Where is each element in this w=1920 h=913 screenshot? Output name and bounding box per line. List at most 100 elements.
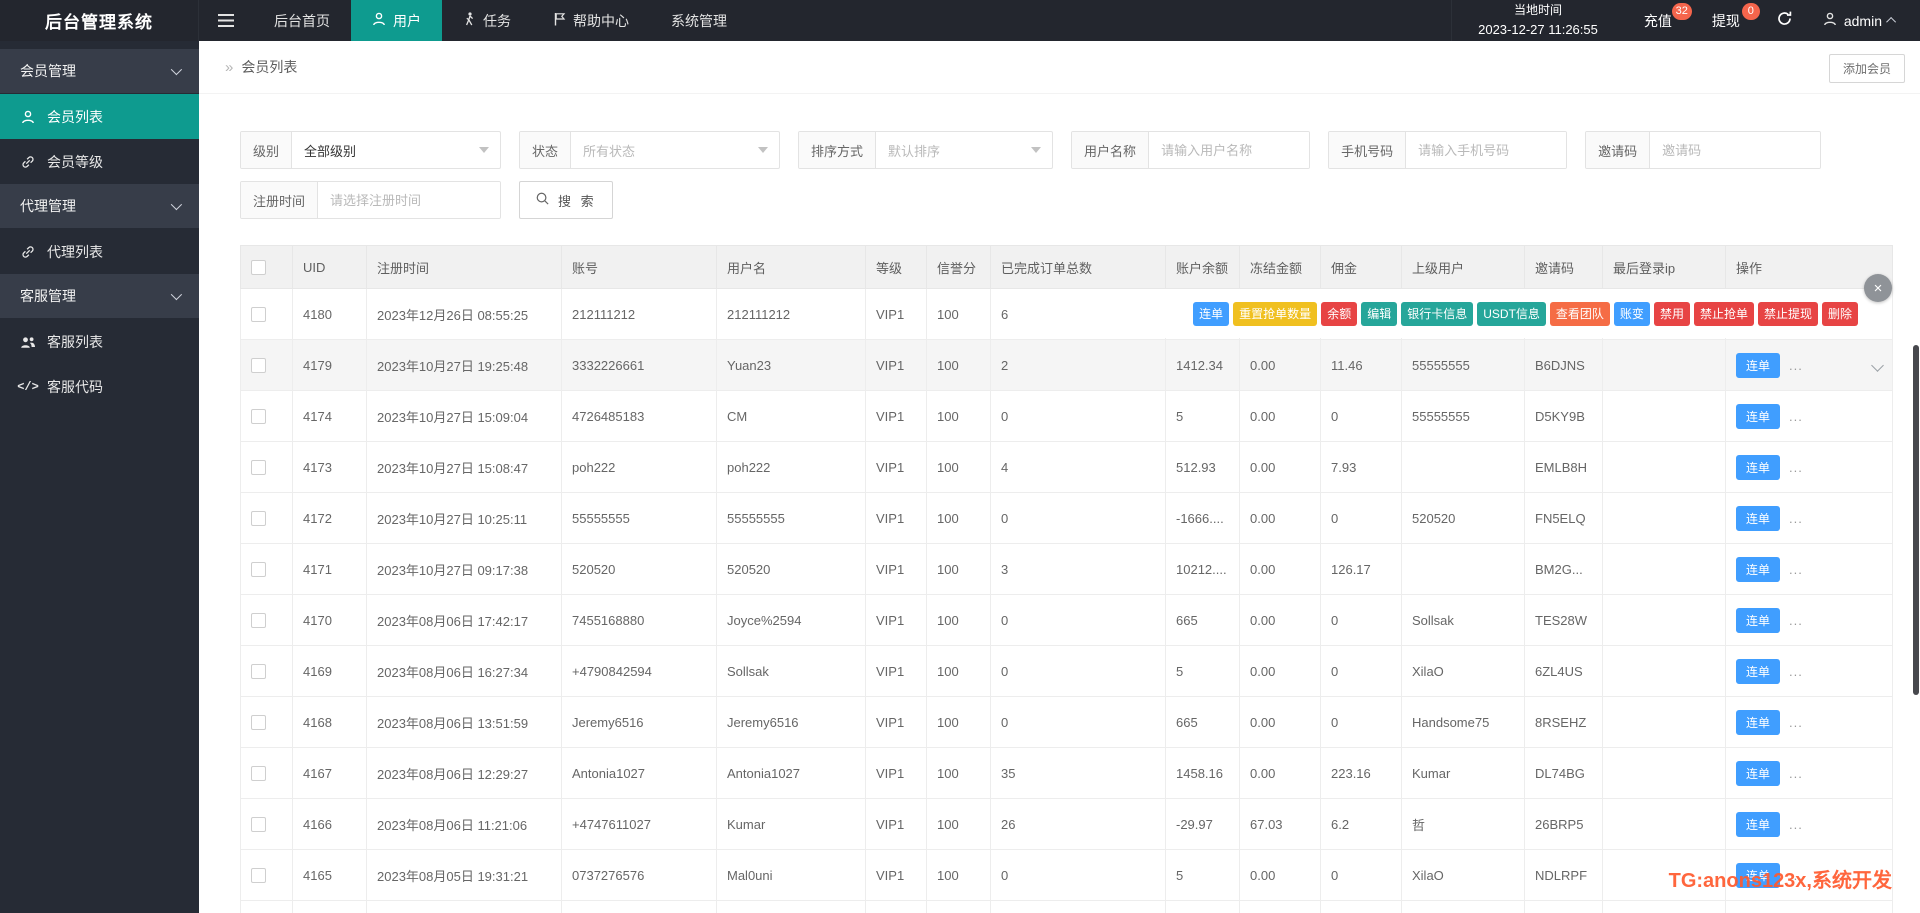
row-checkbox[interactable] — [251, 664, 266, 679]
nav-tab-后台首页[interactable]: 后台首页 — [253, 0, 351, 41]
action-button-账变[interactable]: 账变 — [1614, 302, 1650, 326]
time-cell: 2023年08月06日 11:21:06 — [367, 799, 562, 850]
frozen-cell: 0.00 — [1240, 442, 1321, 493]
row-checkbox[interactable] — [251, 511, 266, 526]
row-checkbox[interactable] — [251, 613, 266, 628]
more-actions-button[interactable]: ... — [1789, 613, 1803, 628]
select-all-checkbox[interactable] — [251, 260, 266, 275]
chevron-down-icon[interactable] — [1871, 359, 1884, 372]
search-button[interactable]: 搜 索 — [519, 181, 613, 219]
liandan-button[interactable]: 连单 — [1736, 557, 1780, 582]
column-header-上级用户: 上级用户 — [1402, 246, 1525, 289]
sidebar-group-会员管理[interactable]: 会员管理 — [0, 49, 199, 93]
refresh-button[interactable] — [1760, 0, 1809, 41]
more-actions-button[interactable]: ... — [1789, 715, 1803, 730]
row-select-cell — [241, 799, 293, 850]
action-button-禁止抢单[interactable]: 禁止抢单 — [1694, 302, 1754, 326]
action-button-编辑[interactable]: 编辑 — [1361, 302, 1397, 326]
sidebar-item-会员等级[interactable]: 会员等级 — [0, 139, 199, 184]
row-checkbox[interactable] — [251, 868, 266, 883]
account-cell: +4747611027 — [562, 799, 717, 850]
more-actions-button[interactable]: ... — [1789, 664, 1803, 679]
row-checkbox[interactable] — [251, 358, 266, 373]
liandan-button[interactable]: 连单 — [1736, 710, 1780, 735]
level-cell: VIP1 — [866, 493, 927, 544]
credit-cell: 100 — [927, 493, 991, 544]
action-button-禁用[interactable]: 禁用 — [1654, 302, 1690, 326]
liandan-button[interactable]: 连单 — [1736, 455, 1780, 480]
action-button-余额[interactable]: 余额 — [1321, 302, 1357, 326]
more-actions-button[interactable]: ... — [1789, 766, 1803, 781]
status-select[interactable]: 所有状态 — [571, 132, 779, 168]
liandan-button[interactable]: 连单 — [1736, 608, 1780, 633]
sidebar-item-客服列表[interactable]: 客服列表 — [0, 319, 199, 364]
nav-tab-label: 帮助中心 — [573, 11, 629, 31]
row-checkbox[interactable] — [251, 715, 266, 730]
username-input[interactable] — [1149, 132, 1309, 168]
more-actions-button[interactable]: ... — [1789, 460, 1803, 475]
invite-input[interactable] — [1650, 132, 1820, 168]
liandan-button[interactable]: 连单 — [1736, 506, 1780, 531]
nav-tab-帮助中心[interactable]: 帮助中心 — [532, 0, 650, 41]
nav-tab-系统管理[interactable]: 系统管理 — [650, 0, 748, 41]
more-actions-button[interactable]: ... — [1789, 817, 1803, 832]
level-select[interactable]: 全部级别 — [292, 132, 500, 168]
phone-input[interactable] — [1406, 132, 1566, 168]
add-member-button[interactable]: 添加会员 — [1829, 54, 1905, 83]
liandan-button[interactable]: 连单 — [1736, 353, 1780, 378]
user-menu[interactable]: admin — [1809, 0, 1920, 41]
table-row-4172: 41722023年10月27日 10:25:115555555555555555… — [241, 493, 1893, 544]
more-actions-button[interactable]: ... — [1789, 409, 1803, 424]
liandan-button[interactable]: 连单 — [1736, 659, 1780, 684]
empty-cell — [927, 901, 991, 913]
name-cell: CM — [717, 391, 866, 442]
sort-select[interactable]: 默认排序 — [876, 132, 1052, 168]
chevron-down-icon — [171, 64, 182, 75]
more-actions-button[interactable]: ... — [1789, 562, 1803, 577]
row-checkbox[interactable] — [251, 817, 266, 832]
action-button-重置抢单数量[interactable]: 重置抢单数量 — [1233, 302, 1317, 326]
sidebar-item-代理列表[interactable]: 代理列表 — [0, 229, 199, 274]
local-time: 当地时间 2023-12-27 11:26:55 — [1451, 0, 1624, 41]
action-button-银行卡信息[interactable]: 银行卡信息 — [1401, 302, 1473, 326]
sidebar-group-客服管理[interactable]: 客服管理 — [0, 274, 199, 318]
row-checkbox[interactable] — [251, 562, 266, 577]
nav-tab-用户[interactable]: 用户 — [351, 0, 442, 41]
row-checkbox[interactable] — [251, 307, 266, 322]
action-button-USDT信息[interactable]: USDT信息 — [1477, 302, 1546, 326]
close-icon: × — [1874, 280, 1883, 297]
action-button-查看团队[interactable]: 查看团队 — [1550, 302, 1610, 326]
sidebar-group-代理管理[interactable]: 代理管理 — [0, 184, 199, 228]
nav-tab-任务[interactable]: 任务 — [442, 0, 532, 41]
nav-tab-label: 用户 — [393, 11, 421, 31]
sidebar-item-会员列表[interactable]: 会员列表 — [0, 94, 199, 139]
column-header-信誉分: 信誉分 — [927, 246, 991, 289]
recharge-link[interactable]: 充值 32 — [1624, 0, 1692, 41]
liandan-button[interactable]: 连单 — [1736, 812, 1780, 837]
orders-cell: 0 — [991, 595, 1166, 646]
row-checkbox[interactable] — [251, 460, 266, 475]
action-button-禁止提现[interactable]: 禁止提现 — [1758, 302, 1818, 326]
refresh-icon — [1776, 10, 1793, 32]
time-cell: 2023年08月05日 19:31:21 — [367, 850, 562, 901]
level-cell: VIP1 — [866, 799, 927, 850]
more-actions-button[interactable]: ... — [1789, 358, 1803, 373]
regtime-input[interactable] — [318, 182, 500, 218]
liandan-button[interactable]: 连单 — [1736, 404, 1780, 429]
liandan-button[interactable]: 连单 — [1736, 761, 1780, 786]
ip-cell — [1603, 697, 1726, 748]
sidebar-toggle-button[interactable] — [199, 0, 253, 41]
row-checkbox[interactable] — [251, 766, 266, 781]
close-actions-button[interactable]: × — [1864, 274, 1892, 302]
action-button-删除[interactable]: 删除 — [1822, 302, 1858, 326]
action-button-连单[interactable]: 连单 — [1193, 302, 1229, 326]
more-actions-button[interactable]: ... — [1789, 511, 1803, 526]
sidebar-item-label: 客服列表 — [47, 332, 103, 352]
sidebar-item-客服代码[interactable]: </>客服代码 — [0, 364, 199, 409]
username-filter: 用户名称 — [1071, 131, 1310, 169]
vertical-scrollbar-thumb[interactable] — [1913, 345, 1919, 695]
sidebar-group-label: 会员管理 — [20, 61, 76, 81]
row-checkbox[interactable] — [251, 409, 266, 424]
withdraw-link[interactable]: 提现 0 — [1692, 0, 1760, 41]
ip-cell — [1603, 595, 1726, 646]
